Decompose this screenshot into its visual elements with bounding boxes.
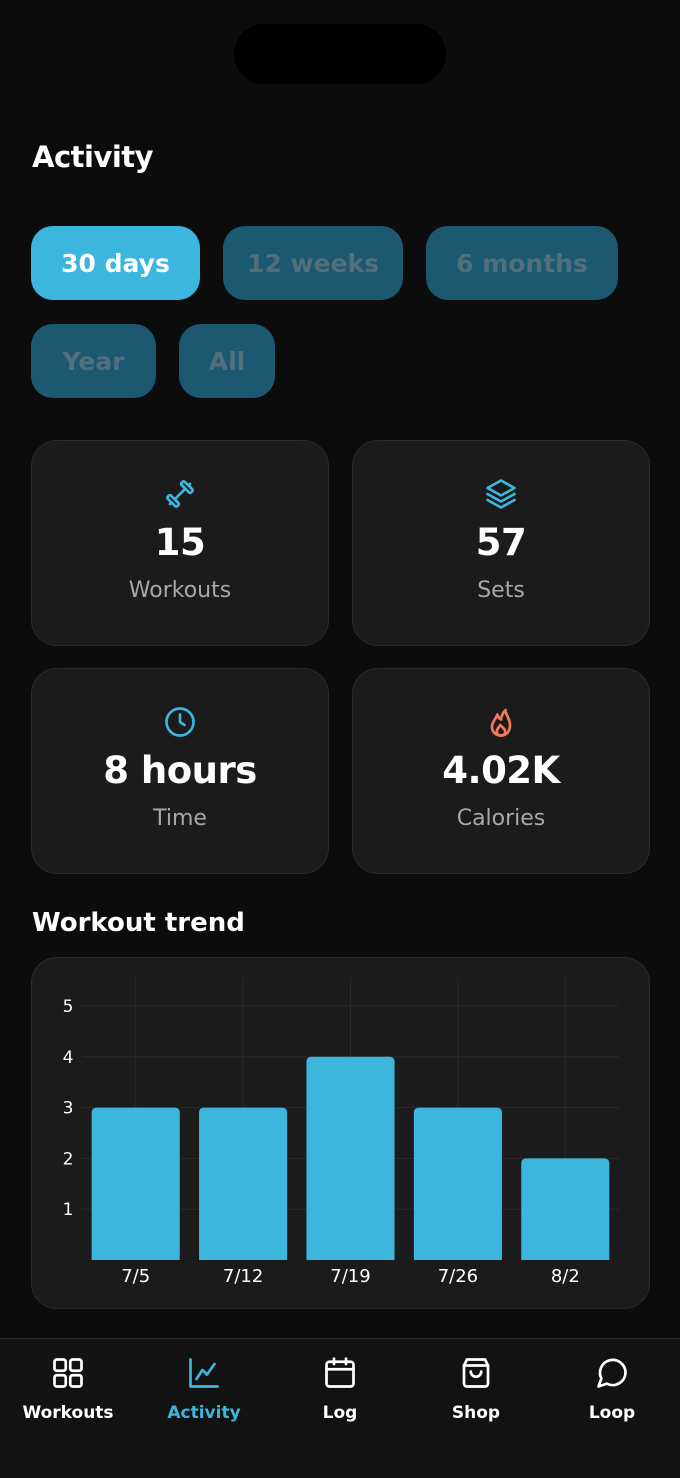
tab-workouts[interactable]: Workouts <box>0 1353 136 1423</box>
stat-card-sets: 57 Sets <box>352 440 650 646</box>
filter-30-days[interactable]: 30 days <box>31 226 200 300</box>
flame-icon <box>483 705 519 739</box>
tab-activity[interactable]: Activity <box>136 1353 272 1423</box>
tab-label: Workouts <box>22 1403 114 1423</box>
bottom-tab-bar: Workouts Activity Log Shop Loop <box>0 1338 680 1478</box>
clock-icon <box>162 705 198 739</box>
x-tick-label: 7/12 <box>223 1266 263 1287</box>
y-tick-label: 5 <box>63 997 74 1017</box>
filter-6-months[interactable]: 6 months <box>426 226 618 300</box>
stat-label: Calories <box>456 806 546 831</box>
filter-year[interactable]: Year <box>31 324 156 398</box>
stat-value: 57 <box>475 521 527 564</box>
tab-label: Log <box>322 1403 358 1423</box>
filter-all[interactable]: All <box>179 324 275 398</box>
tab-label: Shop <box>451 1403 501 1423</box>
filter-12-weeks[interactable]: 12 weeks <box>223 226 403 300</box>
bar <box>199 1107 288 1260</box>
stat-label: Workouts <box>128 578 232 603</box>
bar <box>521 1158 610 1260</box>
page-title: Activity <box>32 140 154 174</box>
stat-label: Time <box>153 806 207 831</box>
x-tick-label: 7/26 <box>438 1266 478 1287</box>
y-tick-label: 3 <box>63 1099 74 1119</box>
x-tick-label: 7/5 <box>121 1266 150 1287</box>
tab-log[interactable]: Log <box>272 1353 408 1423</box>
tab-label: Loop <box>588 1403 636 1423</box>
grid-icon <box>50 1353 86 1393</box>
tab-label: Activity <box>167 1403 241 1423</box>
workout-trend-chart: 1 2 3 4 5 7/5 7/12 7/19 7/26 8/2 <box>31 957 650 1309</box>
stat-value: 4.02K <box>442 749 560 792</box>
shopping-bag-icon <box>458 1353 494 1393</box>
chat-bubble-icon <box>594 1353 630 1393</box>
layers-icon <box>483 477 519 511</box>
x-tick-label: 7/19 <box>330 1266 370 1287</box>
dumbbell-icon <box>162 477 198 511</box>
y-tick-label: 2 <box>63 1149 74 1169</box>
bar <box>91 1107 180 1260</box>
stat-card-workouts: 15 Workouts <box>31 440 329 646</box>
stat-card-calories: 4.02K Calories <box>352 668 650 874</box>
y-tick-label: 4 <box>63 1048 74 1068</box>
stat-value: 8 hours <box>103 749 257 792</box>
calendar-icon <box>322 1353 358 1393</box>
chart-icon <box>186 1353 222 1393</box>
bar <box>306 1056 395 1260</box>
y-tick-label: 1 <box>63 1200 74 1220</box>
bar <box>413 1107 502 1260</box>
stat-value: 15 <box>154 521 206 564</box>
tab-loop[interactable]: Loop <box>544 1353 680 1423</box>
stat-card-time: 8 hours Time <box>31 668 329 874</box>
tab-shop[interactable]: Shop <box>408 1353 544 1423</box>
camera-notch <box>234 24 446 84</box>
workout-trend-title: Workout trend <box>32 908 245 938</box>
stat-label: Sets <box>477 578 525 603</box>
x-tick-label: 8/2 <box>551 1266 580 1287</box>
bar-chart: 1 2 3 4 5 7/5 7/12 7/19 7/26 8/2 <box>63 978 619 1287</box>
